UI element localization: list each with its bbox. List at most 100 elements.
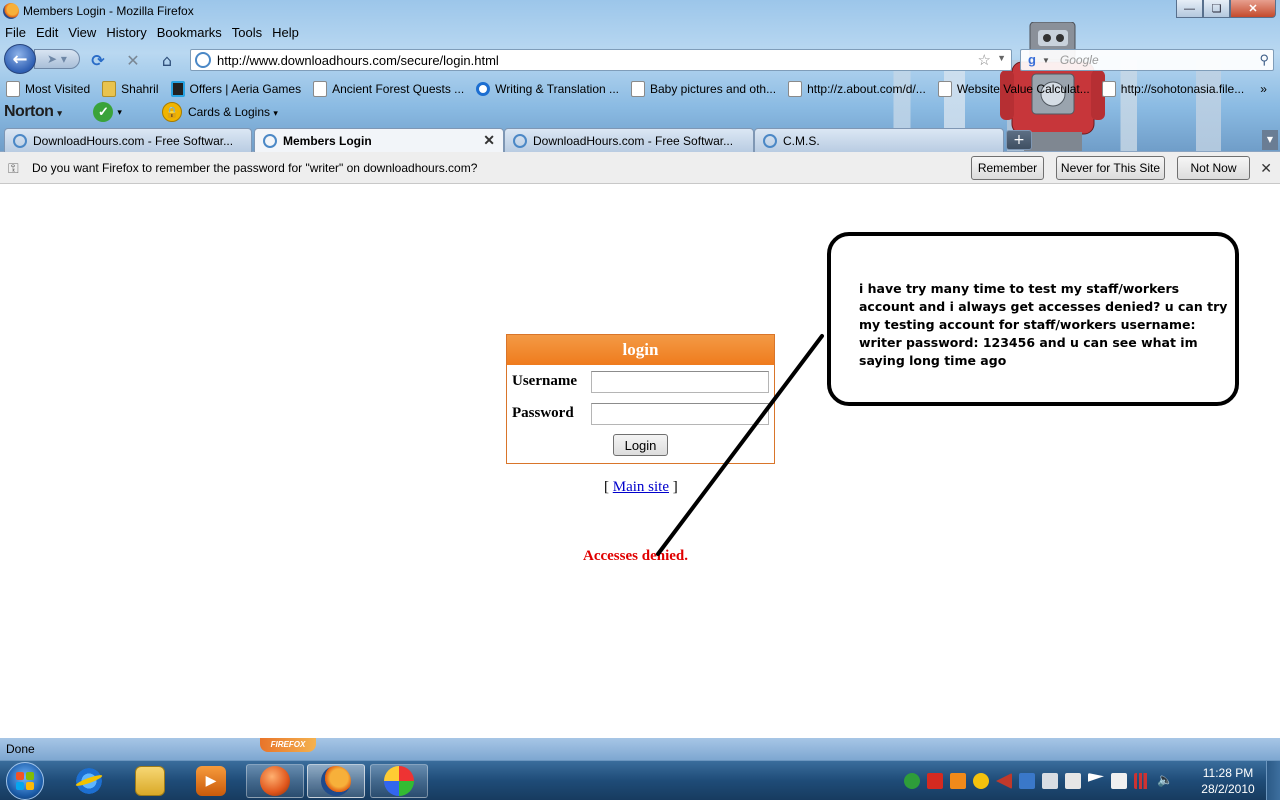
power-icon[interactable] (1111, 773, 1127, 789)
menu-view[interactable]: View (68, 25, 96, 40)
minimize-button[interactable]: — (1176, 0, 1203, 18)
bookmark-baby-pictures[interactable]: Baby pictures and oth... (631, 81, 776, 97)
tab-strip: DownloadHours.com - Free Softwar... Memb… (0, 126, 1280, 152)
restore-button[interactable]: ❏ (1203, 0, 1230, 18)
password-notification-bar: ⚿ Do you want Firefox to remember the pa… (0, 152, 1280, 184)
close-tab-icon[interactable]: ✕ (483, 132, 495, 149)
status-text: Done (6, 742, 35, 756)
new-tab-button[interactable]: + (1006, 130, 1032, 150)
close-window-button[interactable]: ✕ (1230, 0, 1276, 18)
bookmark-ancient-forest[interactable]: Ancient Forest Quests ... (313, 81, 464, 97)
taskbar-media-player[interactable]: ▶ (182, 764, 240, 798)
bookmark-aeria-games[interactable]: Offers | Aeria Games (170, 81, 301, 97)
norton-logo[interactable]: Norton ▾ (4, 103, 62, 121)
tray-orange-icon[interactable] (950, 773, 966, 789)
remember-button[interactable]: Remember (971, 156, 1044, 180)
system-tray: 🔈 (904, 769, 1180, 793)
search-engine-dropdown-icon[interactable]: ▼ (1042, 56, 1050, 65)
page-icon (788, 81, 803, 97)
network-icon[interactable] (1134, 773, 1150, 789)
never-for-this-site-button[interactable]: Never for This Site (1056, 156, 1165, 180)
cards-logins-button[interactable]: Cards & Logins ▾ (188, 105, 278, 119)
tray-device-icon[interactable] (1065, 773, 1081, 789)
menu-tools[interactable]: Tools (232, 25, 262, 40)
folder-icon (135, 766, 165, 796)
tray-arrow-icon[interactable] (996, 773, 1012, 789)
key-icon: ⚿ (8, 159, 19, 176)
bookmark-website-value[interactable]: Website Value Calculat... (937, 81, 1090, 97)
back-button[interactable]: ← (4, 44, 36, 74)
taskbar-firefox[interactable] (307, 764, 365, 798)
tab-members-login[interactable]: Members Login ✕ (254, 128, 504, 152)
site-favicon (513, 133, 527, 148)
firefox-icon (3, 3, 19, 19)
window-title: Members Login - Mozilla Firefox (23, 4, 194, 18)
menu-edit[interactable]: Edit (36, 25, 58, 40)
speech-bubble: i have try many time to test my staff/wo… (827, 232, 1239, 406)
taskbar-internet-explorer[interactable] (60, 764, 118, 798)
menu-bookmarks[interactable]: Bookmarks (157, 25, 222, 40)
bookmark-shahril[interactable]: Shahril (102, 81, 159, 97)
back-arrow-icon: ← (12, 48, 28, 70)
show-desktop-button[interactable] (1266, 761, 1280, 800)
tray-blue-icon[interactable] (1019, 773, 1035, 789)
more-bookmarks-icon[interactable]: » (1260, 82, 1267, 96)
cards-dropdown-icon: ▾ (273, 108, 278, 118)
page-icon (937, 81, 952, 97)
close-notification-icon[interactable]: ✕ (1260, 160, 1272, 177)
bookmark-most-visited[interactable]: Most Visited (6, 81, 90, 97)
search-icon[interactable]: ⚲ (1259, 52, 1269, 68)
home-icon[interactable]: ⌂ (158, 51, 176, 70)
not-now-button[interactable]: Not Now (1177, 156, 1250, 180)
start-button[interactable] (6, 762, 44, 800)
tray-norton-icon[interactable] (973, 773, 989, 789)
volume-icon[interactable]: 🔈 (1157, 773, 1173, 789)
bookmark-star-icon[interactable]: ☆ (978, 51, 991, 69)
menu-help[interactable]: Help (272, 25, 299, 40)
search-bar[interactable]: g ▼ Google ⚲ (1020, 49, 1274, 71)
forward-button[interactable]: ➤ ▾ (34, 49, 80, 69)
taskbar-paint[interactable] (370, 764, 428, 798)
site-favicon (263, 134, 277, 148)
taskbar-explorer[interactable] (121, 764, 179, 798)
menu-bar: File Edit View History Bookmarks Tools H… (0, 22, 304, 42)
tab-cms[interactable]: C.M.S. (754, 128, 1004, 152)
status-bar: Done FIREFOX (0, 738, 1280, 760)
norton-safe-check-icon[interactable]: ✓ (93, 102, 114, 122)
reload-icon[interactable]: ⟳ (89, 51, 107, 70)
url-dropdown-icon[interactable]: ▼ (997, 53, 1006, 63)
taskbar-clock[interactable]: 11:28 PM 28/2/2010 (1196, 765, 1260, 797)
tray-monitor-icon[interactable] (1042, 773, 1058, 789)
url-text[interactable]: http://www.downloadhours.com/secure/logi… (217, 53, 499, 68)
media-player-icon: ▶ (196, 766, 226, 796)
clock-time: 11:28 PM (1202, 766, 1254, 780)
page-icon (313, 81, 328, 97)
tray-green-icon[interactable] (904, 773, 920, 789)
orange-app-icon (260, 766, 290, 796)
taskbar-app-orange[interactable] (246, 764, 304, 798)
windows-logo-icon (16, 772, 34, 790)
lock-icon[interactable]: 🔒 (161, 102, 182, 122)
action-center-flag-icon[interactable] (1088, 773, 1104, 782)
stop-icon[interactable]: ✕ (124, 51, 142, 70)
search-placeholder[interactable]: Google (1060, 53, 1099, 67)
bookmark-about-com[interactable]: http://z.about.com/d/... (788, 81, 926, 97)
username-label: Username (512, 373, 577, 389)
taskbar: ▶ 🔈 11:28 PM 28/2/2010 (0, 760, 1280, 800)
window-controls: — ❏ ✕ (1176, 0, 1276, 18)
folder-icon (102, 81, 117, 97)
page-icon (1101, 81, 1116, 97)
bookmark-sohotonasia[interactable]: http://sohotonasia.file... (1101, 81, 1244, 97)
norton-check-dropdown-icon[interactable]: ▾ (117, 107, 122, 118)
menu-file[interactable]: File (5, 25, 26, 40)
menu-history[interactable]: History (106, 25, 146, 40)
page-icon (6, 81, 20, 97)
tray-m-icon[interactable] (927, 773, 943, 789)
site-favicon (763, 133, 777, 148)
google-icon[interactable]: g (1024, 52, 1040, 68)
url-bar[interactable]: http://www.downloadhours.com/secure/logi… (190, 49, 1012, 71)
bookmark-writing-translation[interactable]: Writing & Translation ... (476, 82, 619, 96)
tab-downloadhours-1[interactable]: DownloadHours.com - Free Softwar... (4, 128, 252, 152)
tab-downloadhours-2[interactable]: DownloadHours.com - Free Softwar... (504, 128, 754, 152)
tab-list-icon[interactable]: ▼ (1262, 130, 1278, 150)
